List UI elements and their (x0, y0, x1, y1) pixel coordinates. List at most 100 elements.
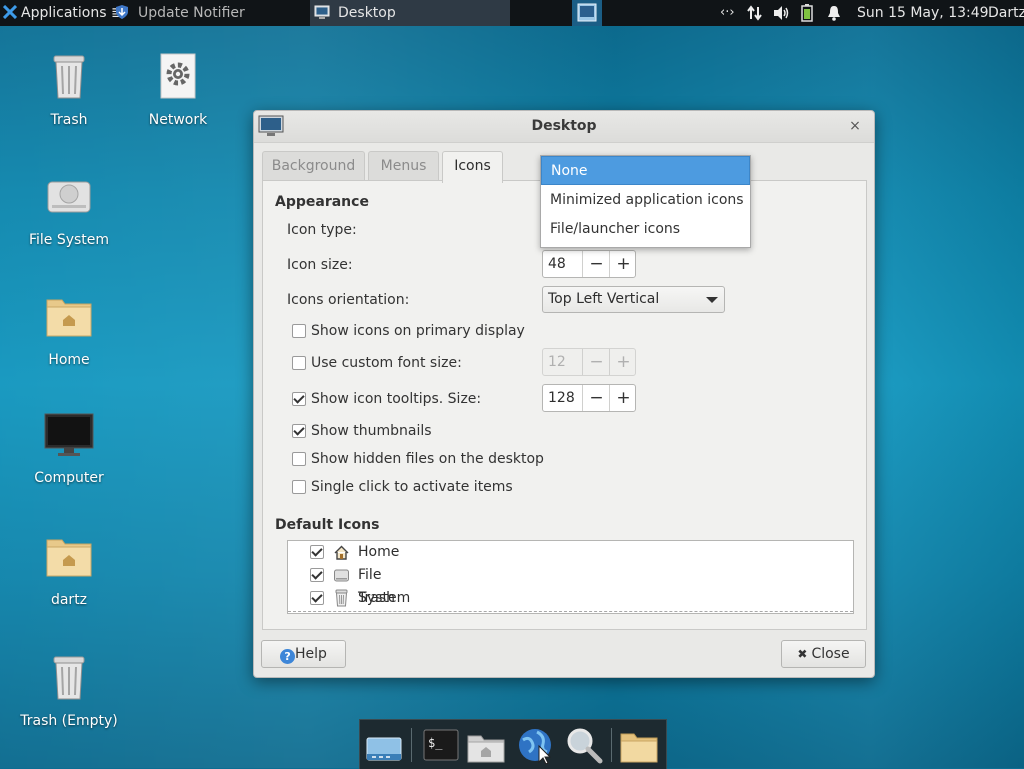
icon-size-increment-button[interactable]: + (609, 251, 637, 277)
custom-font-size-checkbox[interactable] (292, 356, 306, 370)
icon-type-option-minimized[interactable]: Minimized application icons (541, 186, 750, 215)
tab-icons[interactable]: Icons (442, 151, 503, 183)
close-icon: ✖ (797, 647, 808, 661)
drive-icon (334, 569, 349, 582)
desktop-icon-computer[interactable]: Computer (14, 410, 124, 486)
terminal-icon[interactable]: $_ (421, 726, 461, 764)
dock-separator (411, 728, 412, 762)
applications-label: Applications (21, 5, 107, 21)
list-item-checkbox[interactable] (310, 568, 324, 582)
network-updown-icon[interactable] (746, 5, 764, 21)
network-indicator[interactable]: ‹·› (720, 0, 735, 26)
xfce-logo-icon (3, 5, 17, 19)
icon-size-decrement-button[interactable]: − (582, 251, 610, 277)
orientation-label: Icons orientation: (287, 292, 410, 308)
icon-tooltips-label: Show icon tooltips. Size: (311, 391, 482, 407)
window-close-icon[interactable]: × (846, 117, 864, 135)
icon-size-stepper[interactable]: 48 − + (542, 250, 636, 278)
icon-size-value[interactable]: 48 (548, 251, 566, 277)
appearance-heading: Appearance (275, 194, 369, 210)
list-item-checkbox[interactable] (310, 545, 324, 559)
task-label: Update Notifier (138, 5, 245, 21)
show-hidden-files-checkbox[interactable] (292, 452, 306, 466)
desktop-icon-network[interactable]: Network (123, 52, 233, 128)
home-folder-icon (46, 299, 92, 337)
desktop-icon-label: Computer (34, 470, 104, 486)
help-button[interactable]: ? Help (261, 640, 346, 668)
trash-icon (53, 656, 85, 700)
user-menu[interactable]: Dartz (988, 0, 1024, 26)
desktop-icon-trash-empty[interactable]: Trash (Empty) (14, 653, 124, 729)
custom-font-size-stepper: 12 − + (542, 348, 636, 376)
list-divider (288, 611, 853, 612)
task-update-notifier[interactable]: Update Notifier (110, 0, 310, 26)
desktop-icon-label: dartz (50, 592, 88, 608)
search-icon[interactable] (564, 726, 604, 764)
close-label: Close (811, 646, 850, 662)
tooltip-size-decrement-button[interactable]: − (582, 385, 610, 411)
default-icons-list[interactable]: Home File System Trash (287, 540, 854, 614)
icon-type-dropdown-menu[interactable]: None Minimized application icons File/la… (540, 155, 751, 248)
task-desktop[interactable]: Desktop (310, 0, 510, 26)
desktop-icon-dartz[interactable]: dartz (14, 532, 124, 608)
desktop-icon-trash[interactable]: Trash (14, 52, 124, 128)
help-label: Help (295, 646, 327, 662)
icon-size-label: Icon size: (287, 257, 353, 273)
battery-icon[interactable] (801, 4, 813, 22)
custom-font-size-label: Use custom font size: (311, 355, 462, 371)
desktop-icon-file-system[interactable]: File System (14, 172, 124, 248)
tooltip-size-stepper[interactable]: 128 − + (542, 384, 636, 412)
trash-icon (53, 55, 85, 99)
window-title: Desktop (531, 118, 597, 134)
home-folder-icon (46, 539, 92, 577)
show-hidden-files-label: Show hidden files on the desktop (311, 451, 544, 467)
icon-type-label: Icon type: (287, 222, 357, 238)
orientation-combo[interactable]: Top Left Vertical (542, 286, 725, 313)
font-size-decrement-button: − (582, 349, 610, 375)
tab-menus[interactable]: Menus (368, 151, 439, 180)
desktop-icon-label: File System (28, 232, 110, 248)
applications-menu[interactable]: Applications ≣ (0, 0, 123, 26)
help-icon: ? (280, 649, 296, 664)
show-desktop-icon[interactable] (364, 726, 404, 764)
show-thumbnails-checkbox[interactable] (292, 424, 306, 438)
dock: $_ (359, 719, 667, 769)
gear-icon (160, 53, 196, 99)
desktop-icon-label: Network (148, 112, 208, 128)
single-click-checkbox[interactable] (292, 480, 306, 494)
close-button[interactable]: ✖ Close (781, 640, 866, 668)
workspace-switcher[interactable] (572, 0, 602, 26)
custom-font-size-value: 12 (548, 354, 566, 370)
web-browser-icon[interactable] (515, 726, 555, 764)
workspace-icon (577, 3, 597, 22)
default-icons-heading: Default Icons (275, 517, 380, 533)
list-item-label: Trash (358, 590, 395, 606)
tooltip-size-increment-button[interactable]: + (609, 385, 637, 411)
list-item-checkbox[interactable] (310, 591, 324, 605)
folder-icon[interactable] (619, 726, 659, 764)
show-icons-primary-checkbox[interactable] (292, 324, 306, 338)
task-label: Desktop (338, 5, 396, 21)
icon-type-option-none[interactable]: None (541, 156, 750, 185)
desktop-icon-label: Trash (Empty) (20, 713, 118, 729)
volume-icon[interactable] (772, 5, 790, 21)
computer-monitor-icon (44, 413, 94, 456)
tooltip-size-value[interactable]: 128 (548, 385, 575, 411)
svg-text:$_: $_ (428, 736, 443, 750)
notification-bell-icon[interactable] (826, 5, 842, 21)
desktop-icon-label: Trash (50, 112, 88, 128)
font-size-increment-button: + (609, 349, 637, 375)
show-thumbnails-label: Show thumbnails (311, 423, 432, 439)
clock[interactable]: Sun 15 May, 13:49 (857, 0, 989, 26)
desktop-icon-home[interactable]: Home (14, 292, 124, 368)
drive-icon (47, 181, 91, 213)
icon-tooltips-checkbox[interactable] (292, 392, 306, 406)
file-manager-icon[interactable] (466, 726, 506, 764)
list-item-label: Home (358, 544, 400, 560)
single-click-label: Single click to activate items (311, 479, 513, 495)
icon-type-option-file-launcher[interactable]: File/launcher icons (541, 215, 750, 244)
tab-background[interactable]: Background (262, 151, 365, 180)
show-icons-primary-label: Show icons on primary display (311, 323, 525, 339)
window-titlebar[interactable]: Desktop × (254, 111, 874, 143)
chevron-down-icon (706, 297, 718, 303)
